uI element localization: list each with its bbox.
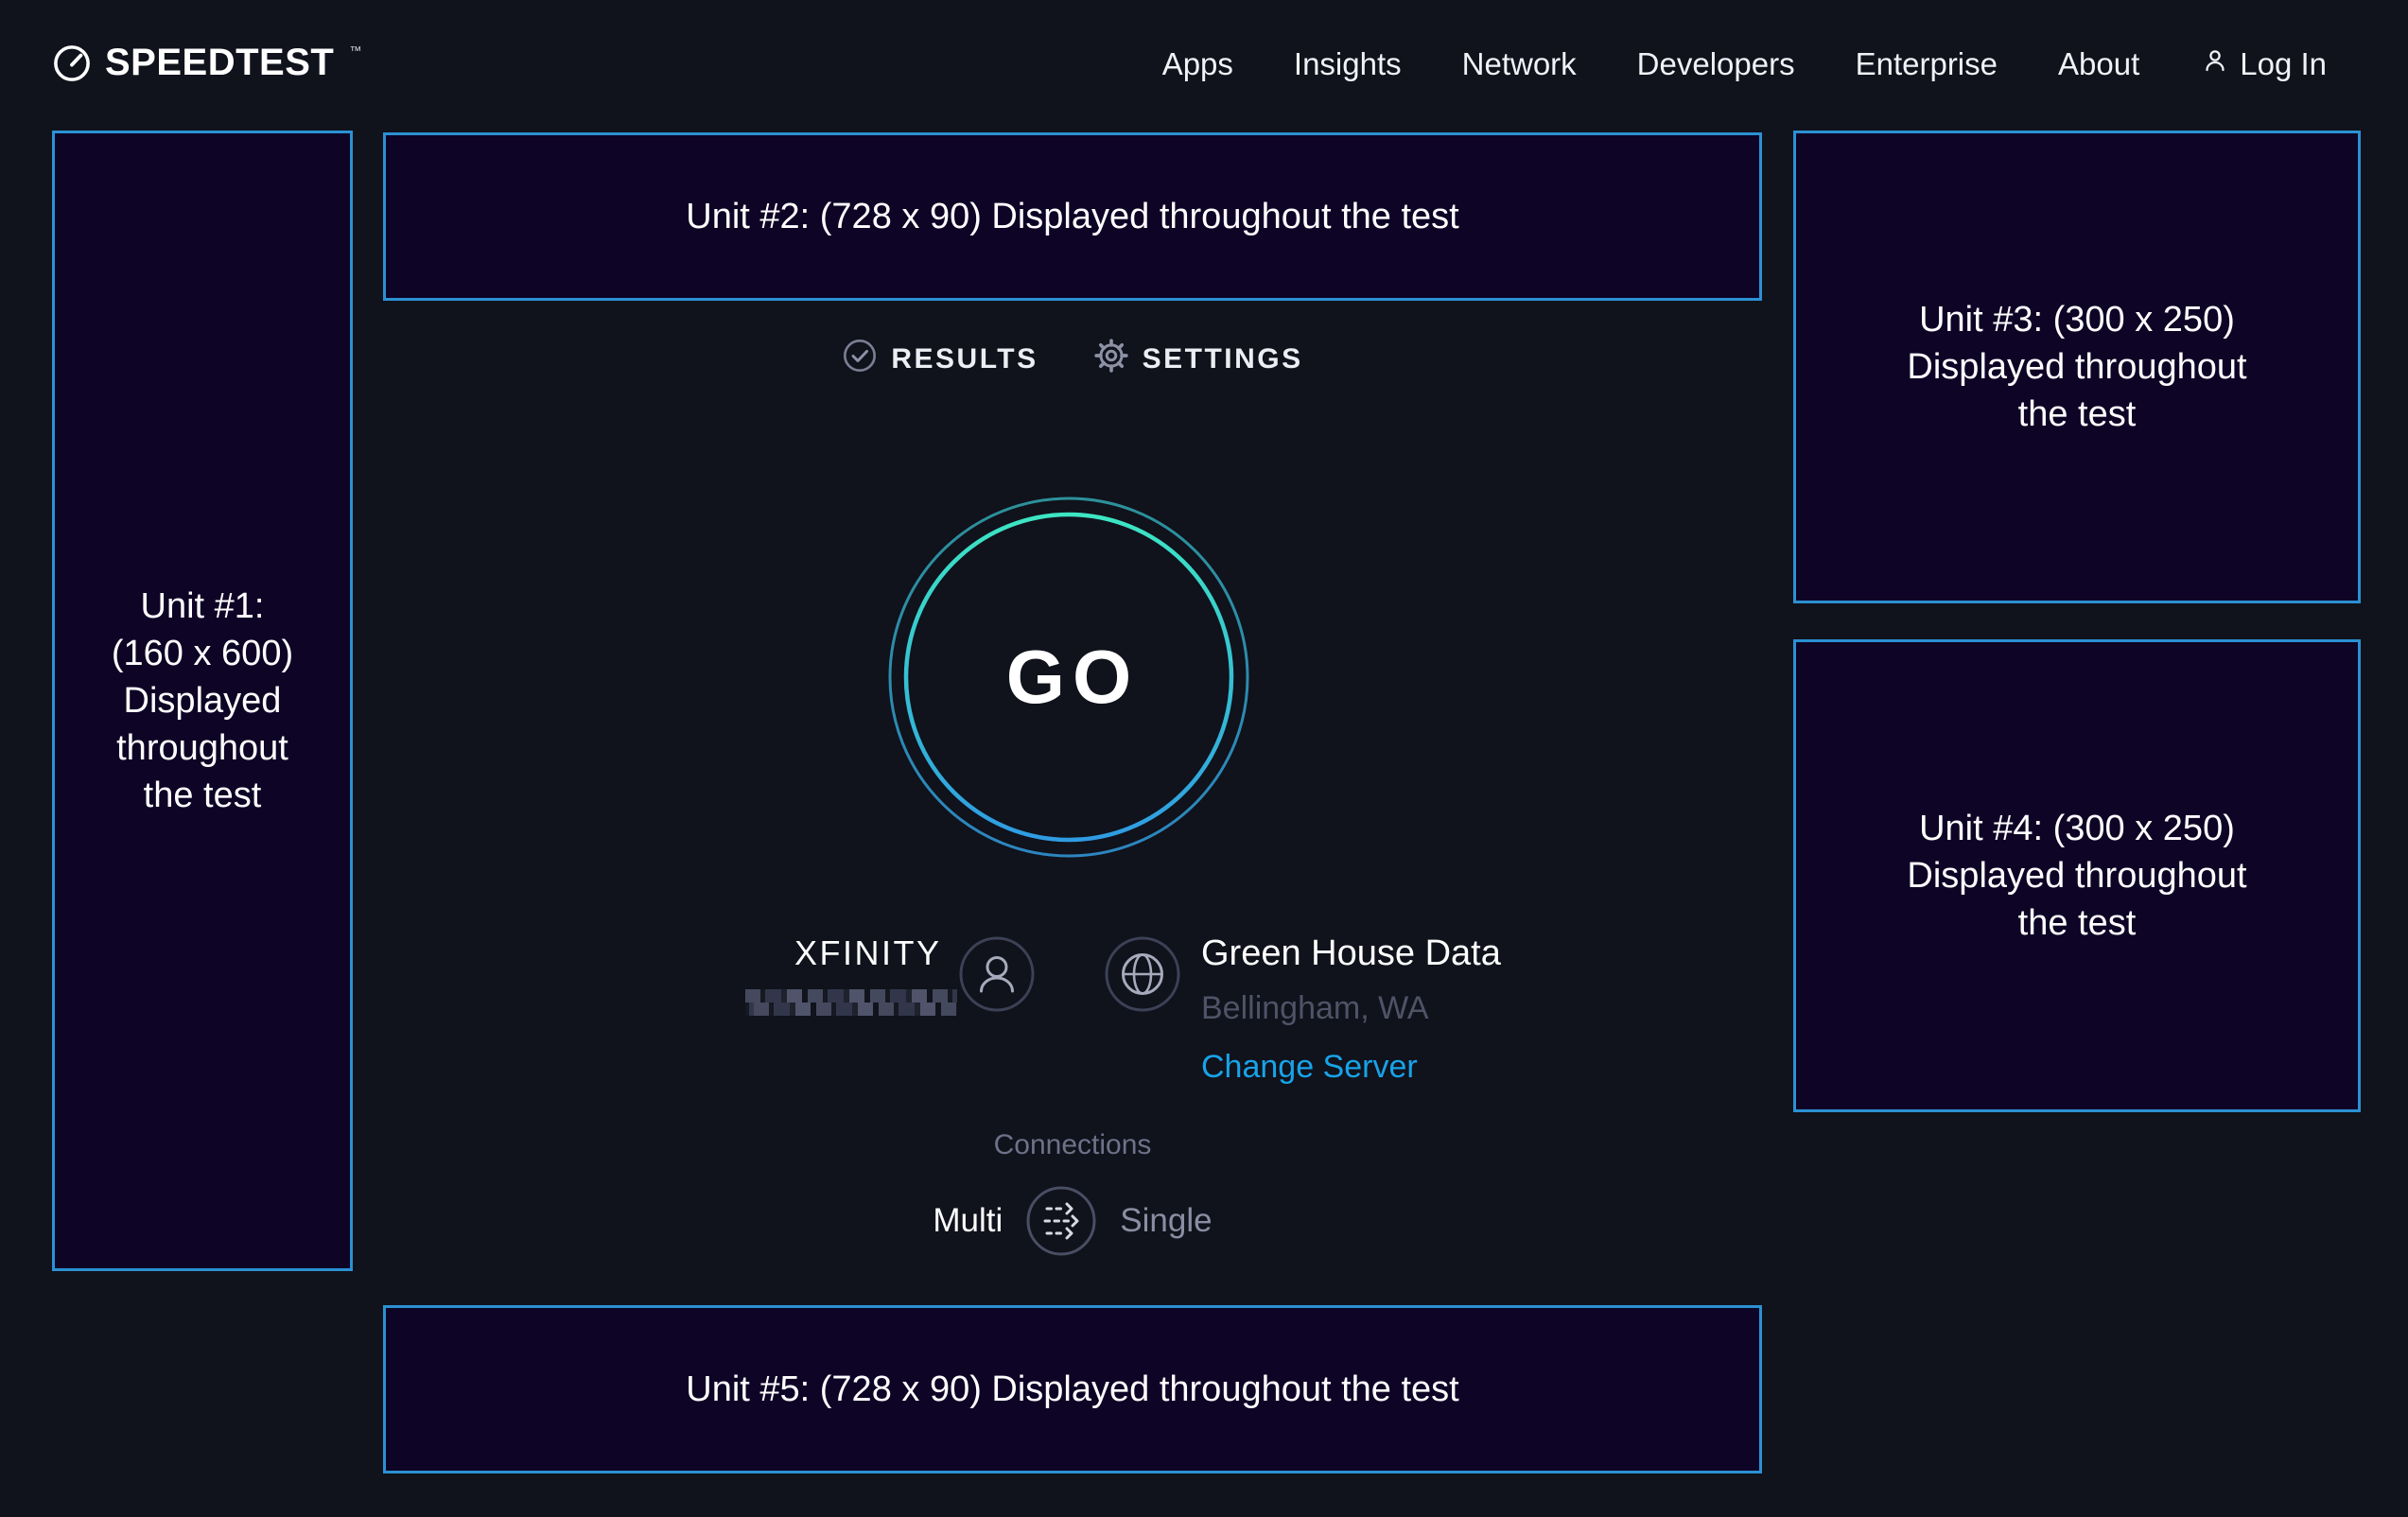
isp-name: XFINITY [794, 933, 942, 974]
ad-unit-2-text: Unit #2: (728 x 90) Displayed throughout… [686, 193, 1458, 240]
main-nav: Apps Insights Network Developers Enterpr… [1162, 45, 2327, 83]
login-label: Log In [2240, 46, 2327, 82]
ad-text-line: Unit #1: [112, 583, 293, 630]
connections-single-option[interactable]: Single [1120, 1202, 1212, 1240]
server-location: Bellingham, WA [1201, 989, 1501, 1027]
connections-toggle-row: Multi Single [383, 1184, 1762, 1258]
connections-title: Connections [383, 1129, 1762, 1161]
server-info: Green House Data Bellingham, WA Change S… [1201, 933, 1501, 1086]
nav-item-network[interactable]: Network [1462, 46, 1577, 82]
ad-text-line: Displayed throughout [1907, 852, 2246, 899]
ad-unit-4-text: Unit #4: (300 x 250) Displayed throughou… [1907, 805, 2246, 947]
nav-item-about[interactable]: About [2058, 46, 2139, 82]
ad-text-line: the test [1907, 391, 2246, 438]
connections-multi-option[interactable]: Multi [933, 1202, 1003, 1240]
nav-item-insights[interactable]: Insights [1294, 46, 1402, 82]
user-icon [2200, 45, 2230, 83]
go-button-label: GO [999, 634, 1139, 721]
server-name: Green House Data [1201, 933, 1501, 974]
check-circle-icon [842, 338, 878, 381]
nav-item-developers[interactable]: Developers [1637, 46, 1795, 82]
ad-unit-1[interactable]: Unit #1: (160 x 600) Displayed throughou… [52, 131, 353, 1271]
change-server-link[interactable]: Change Server [1201, 1048, 1501, 1086]
tab-results-label: RESULTS [891, 343, 1038, 375]
ad-text-line: Displayed [112, 677, 293, 724]
results-settings-tabs: RESULTS SETTINGS [383, 337, 1762, 382]
ad-text-line: throughout [112, 724, 293, 772]
isp-avatar-icon [959, 936, 1035, 1012]
go-button[interactable]: GO [887, 496, 1250, 859]
ad-unit-5-text: Unit #5: (728 x 90) Displayed throughout… [686, 1366, 1458, 1413]
ad-text-line: Unit #4: (300 x 250) [1907, 805, 2246, 852]
speedtest-logo[interactable]: SPEEDTEST ™ [52, 42, 361, 88]
redacted-ip-text [745, 989, 957, 1016]
speedometer-icon [52, 42, 92, 88]
ad-unit-2[interactable]: Unit #2: (728 x 90) Displayed throughout… [383, 132, 1762, 301]
login-button[interactable]: Log In [2200, 45, 2327, 83]
gear-icon [1093, 338, 1129, 381]
tab-settings-label: SETTINGS [1143, 343, 1303, 375]
ad-text-line: the test [112, 772, 293, 819]
server-globe-icon [1105, 936, 1180, 1012]
nav-item-enterprise[interactable]: Enterprise [1856, 46, 1998, 82]
connection-mode-toggle-icon[interactable] [1025, 1185, 1097, 1257]
ad-unit-3-text: Unit #3: (300 x 250) Displayed throughou… [1907, 296, 2246, 438]
ad-text-line: (160 x 600) [112, 630, 293, 677]
ad-unit-5[interactable]: Unit #5: (728 x 90) Displayed throughout… [383, 1305, 1762, 1473]
ad-text-line: Unit #3: (300 x 250) [1907, 296, 2246, 343]
ad-text-line: the test [1907, 899, 2246, 947]
header: SPEEDTEST ™ Apps Insights Network Develo… [52, 25, 2327, 104]
ad-text-line: Displayed throughout [1907, 343, 2246, 391]
ad-unit-3[interactable]: Unit #3: (300 x 250) Displayed throughou… [1793, 131, 2361, 603]
logo-text: SPEEDTEST [105, 42, 334, 83]
logo-trademark: ™ [349, 44, 361, 58]
tab-settings[interactable]: SETTINGS [1093, 338, 1303, 381]
tab-results[interactable]: RESULTS [842, 338, 1038, 381]
nav-item-apps[interactable]: Apps [1162, 46, 1233, 82]
ad-unit-4[interactable]: Unit #4: (300 x 250) Displayed throughou… [1793, 639, 2361, 1112]
ad-unit-1-text: Unit #1: (160 x 600) Displayed throughou… [112, 583, 293, 819]
